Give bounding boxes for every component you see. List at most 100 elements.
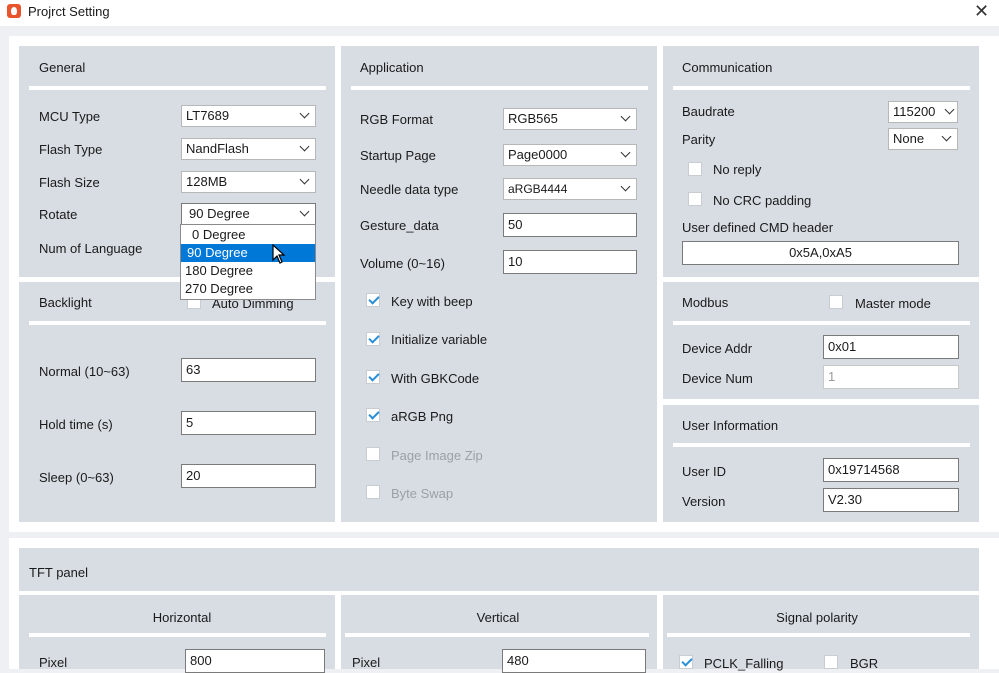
init-variable-checkbox[interactable] [366, 332, 380, 346]
sleep-input[interactable]: 20 [181, 464, 316, 488]
user-info-divider [673, 443, 970, 447]
hold-time-input[interactable]: 5 [181, 411, 316, 435]
startup-page-label: Startup Page [360, 148, 436, 163]
master-mode-checkbox[interactable] [829, 295, 843, 309]
needle-type-select[interactable]: aRGB4444 [503, 178, 637, 200]
parity-value: None [893, 131, 925, 146]
vertical-pixel-label: Pixel [352, 655, 381, 670]
chevron-down-icon [941, 131, 952, 142]
horizontal-title: Horizontal [152, 610, 212, 625]
rotate-select[interactable]: 90 Degree [181, 203, 316, 225]
mcu-type-select[interactable]: LT7689 [181, 105, 316, 127]
communication-divider [673, 86, 970, 90]
rotate-option-180[interactable]: 180 Degree [181, 262, 315, 280]
close-icon[interactable]: ✕ [974, 1, 989, 21]
mcu-type-label: MCU Type [39, 109, 101, 124]
user-id-label: User ID [682, 464, 727, 479]
no-reply-label: No reply [713, 162, 762, 177]
vertical-divider [345, 633, 649, 637]
page-image-zip-checkbox [366, 447, 380, 461]
vertical-title: Vertical [476, 610, 520, 625]
cmd-header-input[interactable]: 0x5A,0xA5 [682, 241, 959, 265]
flash-size-label: Flash Size [39, 175, 100, 190]
parity-select[interactable]: None [888, 128, 958, 150]
rotate-option-90[interactable]: 90 Degree [181, 244, 315, 262]
normal-input[interactable]: 63 [181, 358, 316, 382]
parity-label: Parity [682, 132, 716, 147]
byte-swap-checkbox [366, 485, 380, 499]
flash-type-value: NandFlash [186, 141, 249, 156]
rotate-option-270[interactable]: 270 Degree [181, 280, 315, 298]
flash-size-select[interactable]: 128MB [181, 171, 316, 193]
flash-type-label: Flash Type [39, 142, 103, 157]
rotate-option-0[interactable]: 0 Degree [181, 226, 315, 244]
baudrate-select[interactable]: 115200 [888, 101, 958, 123]
tft-column-divider [335, 595, 341, 669]
num-language-label: Num of Language [39, 241, 143, 256]
no-crc-label: No CRC padding [713, 193, 812, 208]
rgb-format-label: RGB Format [360, 112, 433, 127]
needle-type-label: Needle data type [360, 182, 459, 197]
horizontal-divider [29, 633, 326, 637]
device-num-label: Device Num [682, 371, 753, 386]
init-variable-label: Initialize variable [391, 332, 488, 347]
chevron-down-icon [944, 104, 955, 115]
rgb-format-select[interactable]: RGB565 [503, 108, 637, 130]
chevron-down-icon [299, 174, 310, 185]
chevron-down-icon [620, 147, 631, 158]
communication-title: Communication [682, 60, 773, 75]
mouse-cursor-icon [272, 244, 286, 264]
general-title: General [39, 60, 86, 75]
no-reply-checkbox[interactable] [688, 162, 702, 176]
cmd-header-label: User defined CMD header [682, 220, 834, 235]
version-input[interactable]: V2.30 [823, 488, 959, 512]
gbkcode-label: With GBKCode [391, 371, 480, 386]
chevron-down-icon [299, 108, 310, 119]
user-info-title: User Information [682, 418, 779, 433]
startup-page-select[interactable]: Page0000 [503, 144, 637, 166]
flash-size-value: 128MB [186, 174, 228, 189]
application-title: Application [360, 60, 424, 75]
version-label: Version [682, 494, 726, 509]
general-divider [29, 86, 326, 90]
modbus-divider [673, 321, 970, 325]
key-beep-checkbox[interactable] [366, 293, 380, 307]
pclk-falling-checkbox[interactable] [679, 655, 693, 669]
device-num-input: 1 [823, 365, 959, 389]
chevron-down-icon [299, 141, 310, 152]
horizontal-pixel-input[interactable]: 800 [185, 649, 325, 673]
chevron-down-icon [620, 111, 631, 122]
horizontal-pixel-label: Pixel [39, 655, 68, 670]
backlight-title: Backlight [39, 295, 92, 310]
needle-type-value: aRGB4444 [508, 182, 568, 196]
gbkcode-checkbox[interactable] [366, 370, 380, 384]
gesture-data-input[interactable]: 50 [503, 213, 637, 237]
vertical-pixel-input[interactable]: 480 [502, 649, 646, 673]
volume-input[interactable]: 10 [503, 250, 637, 274]
baudrate-label: Baudrate [682, 104, 735, 119]
hold-time-label: Hold time (s) [39, 417, 113, 432]
window-title: Projrct Setting [28, 4, 110, 19]
tft-panel [19, 548, 979, 669]
backlight-divider [29, 321, 326, 325]
sleep-label: Sleep (0~63) [39, 470, 114, 485]
user-id-input[interactable]: 0x19714568 [823, 458, 959, 482]
no-crc-checkbox[interactable] [688, 192, 702, 206]
tft-divider [19, 591, 979, 595]
page-image-zip-label: Page Image Zip [391, 448, 483, 463]
flash-type-select[interactable]: NandFlash [181, 138, 316, 160]
rotate-value: 90 Degree [189, 206, 250, 221]
signal-polarity-divider [667, 633, 970, 637]
chevron-down-icon [620, 181, 631, 192]
normal-label: Normal (10~63) [39, 364, 130, 379]
mcu-type-value: LT7689 [186, 108, 230, 123]
chevron-down-icon [299, 206, 310, 217]
argb-png-checkbox[interactable] [366, 408, 380, 422]
modbus-title: Modbus [682, 295, 729, 310]
device-addr-input[interactable]: 0x01 [823, 335, 959, 359]
key-beep-label: Key with beep [391, 294, 473, 309]
bgr-checkbox[interactable] [824, 655, 838, 669]
volume-label: Volume (0~16) [360, 256, 445, 271]
title-bar [0, 0, 999, 26]
baudrate-value: 115200 [893, 104, 936, 119]
